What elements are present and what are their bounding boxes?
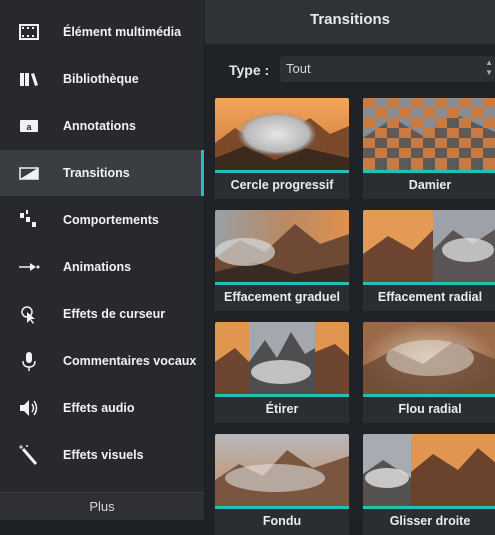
type-filter: Type : Tout ▲ ▼ xyxy=(205,52,495,86)
sidebar-item-label: Commentaires vocaux xyxy=(63,354,197,368)
type-select[interactable]: Tout ▲ ▼ xyxy=(280,56,495,82)
transition-thumbnail xyxy=(215,322,349,396)
transition-label: Fondu xyxy=(215,509,349,535)
more-button[interactable]: Plus xyxy=(0,492,204,520)
sidebar-item-label: Transitions xyxy=(63,166,130,180)
sidebar-item-voice-narration[interactable]: Commentaires vocaux xyxy=(0,338,204,384)
sidebar-item-label: Effets de curseur xyxy=(63,307,166,321)
sidebar-item-label: Effets visuels xyxy=(63,448,144,462)
transition-label: Effacement radial xyxy=(363,285,495,311)
behaviors-icon xyxy=(18,209,40,231)
transition-label: Glisser droite xyxy=(363,509,495,535)
magic-wand-icon xyxy=(18,444,40,466)
transition-label: Étirer xyxy=(215,397,349,423)
sidebar-item-label: Bibliothèque xyxy=(63,72,139,86)
sidebar-item-library[interactable]: Bibliothèque xyxy=(0,56,204,102)
animation-icon xyxy=(18,256,40,278)
sidebar-item-visual-effects[interactable]: Effets visuels xyxy=(0,432,204,478)
speaker-icon xyxy=(18,397,40,419)
transition-thumbnail xyxy=(363,322,495,396)
sidebar-item-label: Élément multimédia xyxy=(63,25,182,39)
sidebar-item-label: Comportements xyxy=(63,213,159,227)
library-icon xyxy=(18,68,40,90)
stepper-arrows-icon: ▲ ▼ xyxy=(485,58,493,77)
transition-thumbnail xyxy=(215,98,349,172)
sidebar-item-behaviors[interactable]: Comportements xyxy=(0,197,204,243)
panel-title: Transitions xyxy=(205,0,495,44)
transition-icon xyxy=(18,162,40,184)
transition-label: Flou radial xyxy=(363,397,495,423)
sidebar-item-transitions[interactable]: Transitions xyxy=(0,150,204,196)
transition-label: Cercle progressif xyxy=(215,173,349,199)
film-icon xyxy=(18,21,40,43)
type-select-value: Tout xyxy=(286,61,311,76)
sidebar-item-animations[interactable]: Animations xyxy=(0,244,204,290)
transition-thumbnail xyxy=(363,210,495,284)
transition-thumbnail xyxy=(363,434,495,508)
sidebar-item-label: Annotations xyxy=(63,119,136,133)
sidebar-item-label: Effets audio xyxy=(63,401,135,415)
annotation-icon: a xyxy=(18,115,40,137)
sidebar-item-cursor-effects[interactable]: Effets de curseur xyxy=(0,291,204,337)
sidebar: Élément multimédia Bibliothèque a Annota… xyxy=(0,0,204,520)
sidebar-item-media[interactable]: Élément multimédia xyxy=(0,9,204,55)
transition-label: Damier xyxy=(363,173,495,199)
transitions-panel: Transitions Type : Tout ▲ ▼ Cercle progre… xyxy=(205,0,495,535)
microphone-icon xyxy=(18,350,40,372)
transition-thumbnail xyxy=(215,434,349,508)
sidebar-item-audio-effects[interactable]: Effets audio xyxy=(0,385,204,431)
transition-thumbnail xyxy=(363,98,495,172)
sidebar-item-annotations[interactable]: a Annotations xyxy=(0,103,204,149)
sidebar-item-label: Animations xyxy=(63,260,132,274)
type-label: Type : xyxy=(229,62,270,78)
transition-thumbnail xyxy=(215,210,349,284)
cursor-effects-icon xyxy=(18,303,40,325)
transition-label: Effacement graduel xyxy=(215,285,349,311)
